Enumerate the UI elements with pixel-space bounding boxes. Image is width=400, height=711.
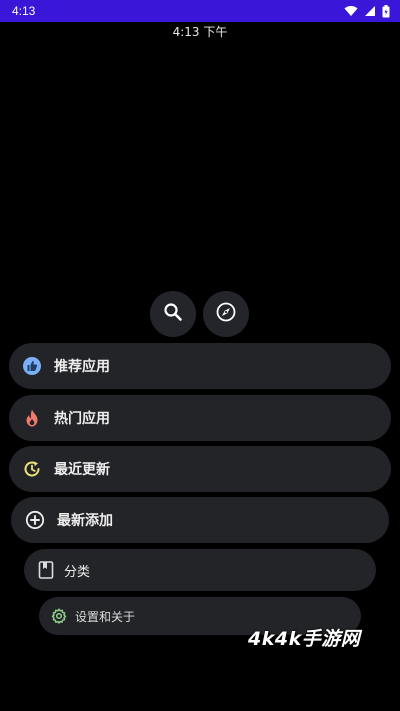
menu-item-label: 分类 bbox=[64, 564, 91, 580]
clock-text: 4:13 下午 bbox=[172, 25, 228, 39]
search-button[interactable] bbox=[150, 291, 196, 337]
battery-icon bbox=[382, 4, 390, 18]
menu-item-categories[interactable]: 分类 bbox=[24, 549, 376, 591]
menu-item-label: 最新添加 bbox=[57, 513, 113, 529]
compass-icon bbox=[215, 301, 237, 327]
status-bar: 4:13 bbox=[0, 0, 400, 22]
watermark-text: 4k4k手游网 bbox=[248, 628, 361, 650]
menu-item-label: 设置和关于 bbox=[75, 609, 136, 624]
menu-item-popular[interactable]: 热门应用 bbox=[9, 395, 391, 441]
wifi-icon bbox=[344, 5, 358, 17]
status-time: 4:13 bbox=[12, 4, 36, 18]
menu-item-recently-updated[interactable]: 最近更新 bbox=[9, 446, 391, 492]
fire-icon bbox=[22, 408, 42, 428]
book-icon bbox=[38, 561, 54, 579]
thumbs-up-icon bbox=[22, 356, 42, 376]
add-circle-icon bbox=[25, 510, 45, 530]
menu-item-recommended[interactable]: 推荐应用 bbox=[9, 343, 391, 389]
app-screen: 4:13 4:13 下午 推荐应用 热门应用 最近更新 最新添加 分类 设置和关… bbox=[0, 0, 400, 711]
signal-icon bbox=[364, 5, 376, 17]
search-icon bbox=[163, 302, 183, 326]
refresh-clock-icon bbox=[22, 459, 42, 479]
menu-item-label: 最近更新 bbox=[54, 462, 110, 478]
menu-item-label: 热门应用 bbox=[54, 411, 110, 427]
menu-item-label: 推荐应用 bbox=[54, 359, 110, 375]
gear-icon bbox=[51, 608, 67, 624]
menu-item-newly-added[interactable]: 最新添加 bbox=[11, 497, 389, 543]
status-icons bbox=[344, 4, 390, 18]
explore-button[interactable] bbox=[203, 291, 249, 337]
